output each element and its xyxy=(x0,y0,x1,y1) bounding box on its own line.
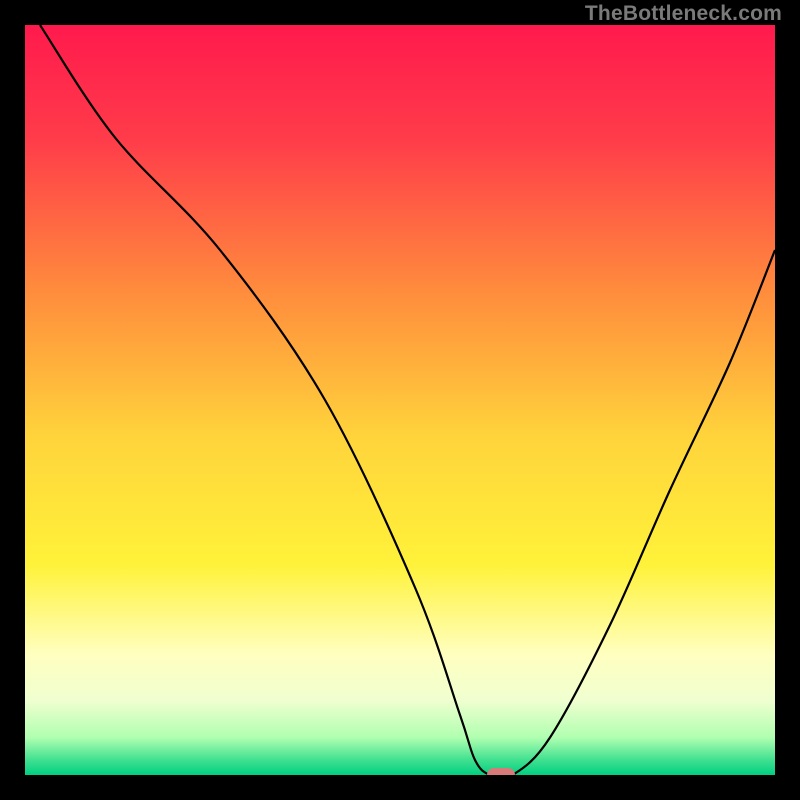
bottleneck-curve xyxy=(25,25,775,775)
watermark-label: TheBottleneck.com xyxy=(585,2,782,26)
chart-plot-area xyxy=(25,25,775,775)
optimal-point-marker xyxy=(487,768,515,775)
curve-path xyxy=(40,25,775,775)
